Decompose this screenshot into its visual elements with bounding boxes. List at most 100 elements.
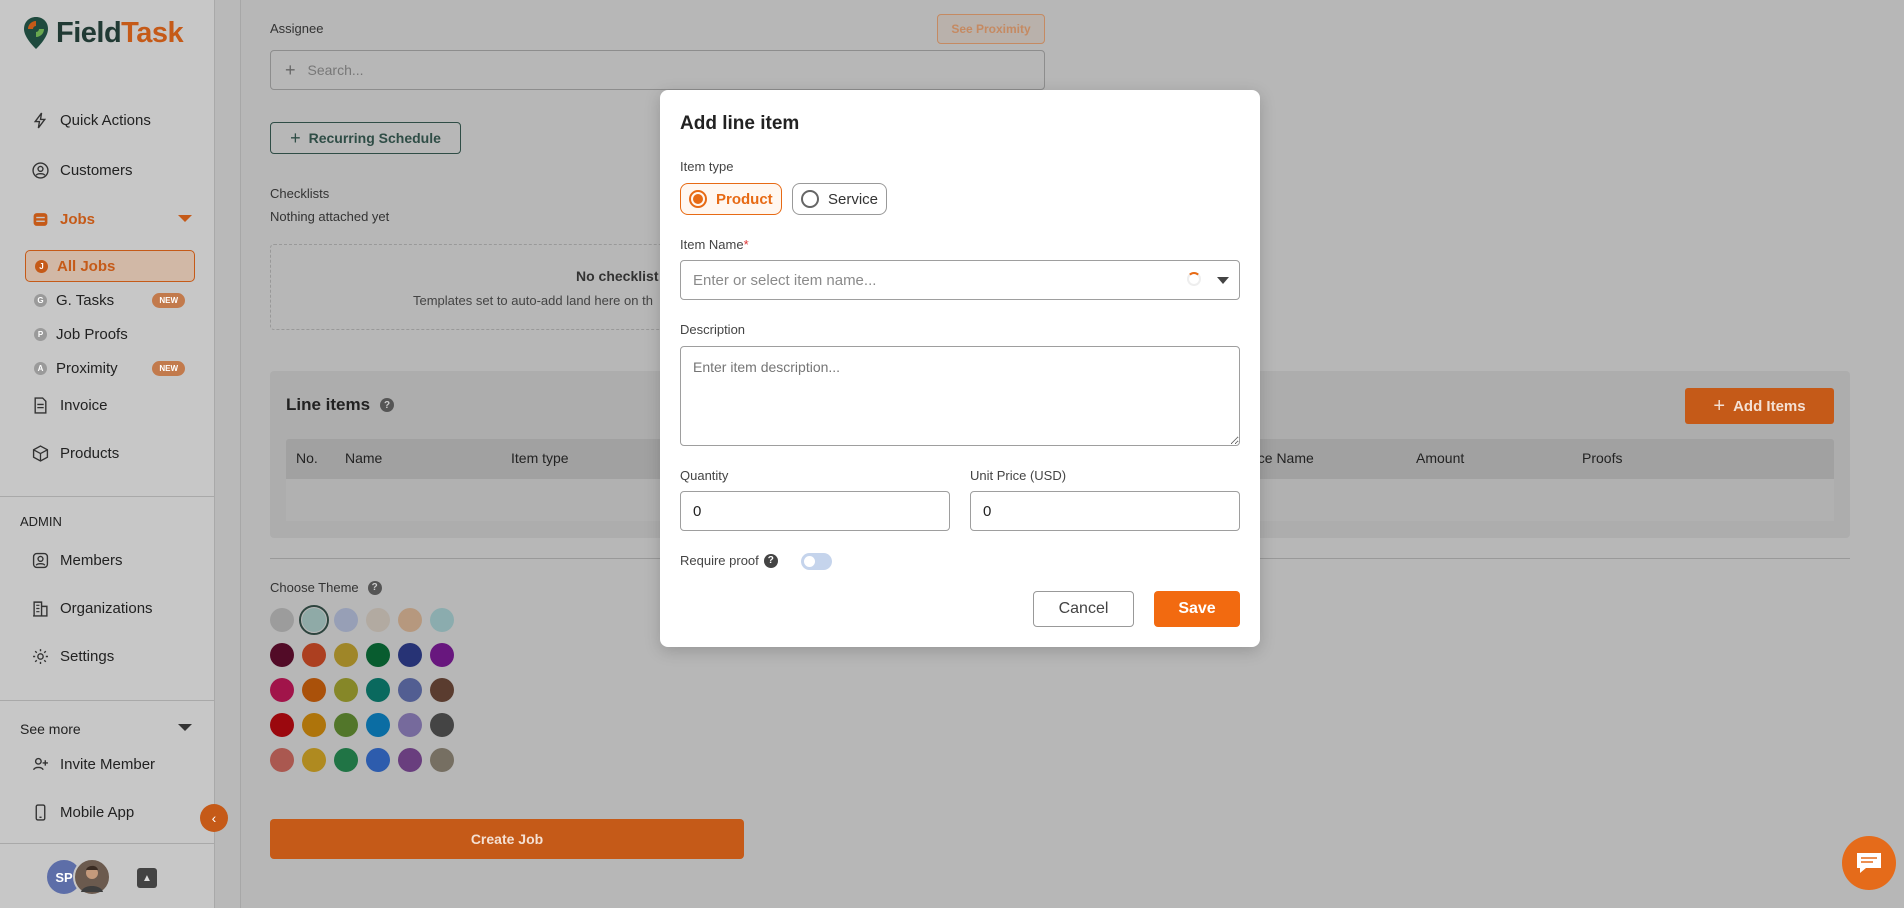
gear-icon (33, 649, 48, 664)
invoice-icon (34, 397, 47, 414)
theme-swatch[interactable] (302, 643, 326, 667)
theme-swatch[interactable] (430, 643, 454, 667)
theme-swatch[interactable] (270, 713, 294, 737)
search-placeholder: Search... (307, 62, 364, 78)
theme-swatch[interactable] (430, 713, 454, 737)
nav-customers[interactable]: Customers (32, 162, 133, 179)
theme-swatch[interactable] (366, 678, 390, 702)
help-icon[interactable]: ? (380, 398, 395, 412)
quantity-value: 0 (693, 502, 702, 520)
nav-members[interactable]: Members (32, 552, 123, 569)
item-type-product-radio[interactable]: Product (680, 183, 782, 215)
theme-swatch[interactable] (270, 748, 294, 772)
help-icon[interactable]: ? (763, 553, 778, 568)
collapse-sidebar-button[interactable]: ‹ (200, 804, 228, 832)
nav-invoice[interactable]: Invoice (32, 397, 108, 414)
theme-swatch[interactable] (430, 608, 454, 632)
theme-swatch[interactable] (334, 608, 358, 632)
theme-swatch[interactable] (430, 748, 454, 772)
theme-swatch[interactable] (299, 605, 329, 635)
sidebar-divider (0, 496, 215, 497)
item-name-label: Item Name* (680, 237, 749, 252)
description-textarea[interactable] (680, 346, 1240, 446)
add-line-item-dialog: Add line item Item type Product Service … (660, 90, 1260, 647)
app-logo[interactable]: FieldTask (22, 16, 184, 50)
theme-swatch[interactable] (398, 748, 422, 772)
theme-swatch[interactable] (398, 678, 422, 702)
nav-jobs[interactable]: Jobs (32, 211, 95, 228)
theme-swatch[interactable] (366, 608, 390, 632)
recurring-schedule-button[interactable]: + Recurring Schedule (270, 122, 461, 154)
cancel-button[interactable]: Cancel (1033, 591, 1134, 627)
quantity-input[interactable]: 0 (680, 491, 950, 531)
nav-mobile-app[interactable]: Mobile App (32, 804, 134, 821)
col-item-type: Item type (511, 450, 569, 466)
theme-swatch[interactable] (398, 608, 422, 632)
sidebar-item-all-jobs[interactable]: J All Jobs (25, 250, 195, 282)
theme-swatch[interactable] (398, 643, 422, 667)
nav-settings[interactable]: Settings (32, 648, 114, 665)
col-proofs: Proofs (1582, 450, 1623, 466)
toggle-knob (804, 556, 815, 567)
theme-swatch[interactable] (270, 643, 294, 667)
sidebar-item-proximity[interactable]: A Proximity NEW (25, 352, 195, 384)
no-checklist-title: No checklist (576, 268, 659, 284)
avatar-photo[interactable] (73, 858, 111, 896)
sidebar-item-g-tasks[interactable]: G G. Tasks NEW (25, 284, 195, 316)
theme-swatch[interactable] (366, 748, 390, 772)
user-avatars[interactable]: SP (45, 858, 111, 896)
see-more-expand-icon[interactable] (178, 724, 192, 731)
see-more-title[interactable]: See more (20, 721, 81, 737)
add-items-button[interactable]: + Add Items (1685, 388, 1834, 424)
require-proof-toggle[interactable] (801, 553, 832, 570)
theme-swatch[interactable] (334, 713, 358, 737)
chevron-down-icon[interactable] (1217, 277, 1229, 284)
theme-swatch[interactable] (270, 608, 294, 632)
help-icon[interactable]: ? (367, 580, 382, 595)
app-name: FieldTask (56, 16, 184, 49)
theme-swatch[interactable] (366, 643, 390, 667)
templates-hint: Templates set to auto-add land here on t… (413, 293, 653, 308)
nav-organizations[interactable]: Organizations (32, 600, 153, 617)
chat-button[interactable] (1842, 836, 1896, 890)
item-type-service-radio[interactable]: Service (792, 183, 888, 215)
nav-quick-actions[interactable]: Quick Actions (32, 112, 151, 129)
unit-price-input[interactable]: 0 (970, 491, 1240, 531)
theme-swatch[interactable] (302, 713, 326, 737)
assignee-search-input[interactable]: + Search... (270, 50, 1045, 90)
require-proof-text: Require proof (680, 553, 759, 568)
theme-swatch[interactable] (334, 748, 358, 772)
expand-up-icon[interactable]: ▲ (137, 868, 157, 888)
dialog-title: Add line item (680, 113, 800, 134)
theme-swatch[interactable] (302, 748, 326, 772)
sidebar-item-job-proofs[interactable]: P Job Proofs (25, 318, 195, 350)
theme-swatch[interactable] (302, 678, 326, 702)
unit-price-value: 0 (983, 502, 992, 520)
see-proximity-button[interactable]: See Proximity (937, 14, 1045, 44)
theme-swatch[interactable] (366, 713, 390, 737)
sub-label: Proximity (56, 359, 118, 377)
nav-invite-member[interactable]: Invite Member (32, 756, 155, 773)
nav-products[interactable]: Products (32, 445, 119, 462)
theme-swatch[interactable] (398, 713, 422, 737)
map-pin-logo-icon (24, 17, 48, 49)
save-button[interactable]: Save (1154, 591, 1240, 627)
jobs-icon (33, 213, 48, 226)
theme-swatch[interactable] (334, 643, 358, 667)
jobs-expand-icon[interactable] (178, 215, 192, 222)
sub-label: G. Tasks (56, 291, 115, 309)
radio-label: Product (716, 190, 773, 208)
recurring-schedule-label: Recurring Schedule (308, 130, 441, 146)
new-badge: NEW (152, 292, 185, 308)
theme-swatch[interactable] (430, 678, 454, 702)
nav-label: Jobs (60, 211, 96, 228)
create-job-button[interactable]: Create Job (270, 819, 744, 859)
nav-label: Mobile App (60, 804, 135, 821)
item-name-combobox[interactable]: Enter or select item name... (680, 260, 1240, 300)
nav-label: Products (60, 445, 120, 462)
item-name-placeholder: Enter or select item name... (693, 271, 877, 289)
nav-label: Members (60, 552, 123, 569)
theme-swatch[interactable] (270, 678, 294, 702)
description-label: Description (680, 322, 746, 337)
theme-swatch[interactable] (334, 678, 358, 702)
